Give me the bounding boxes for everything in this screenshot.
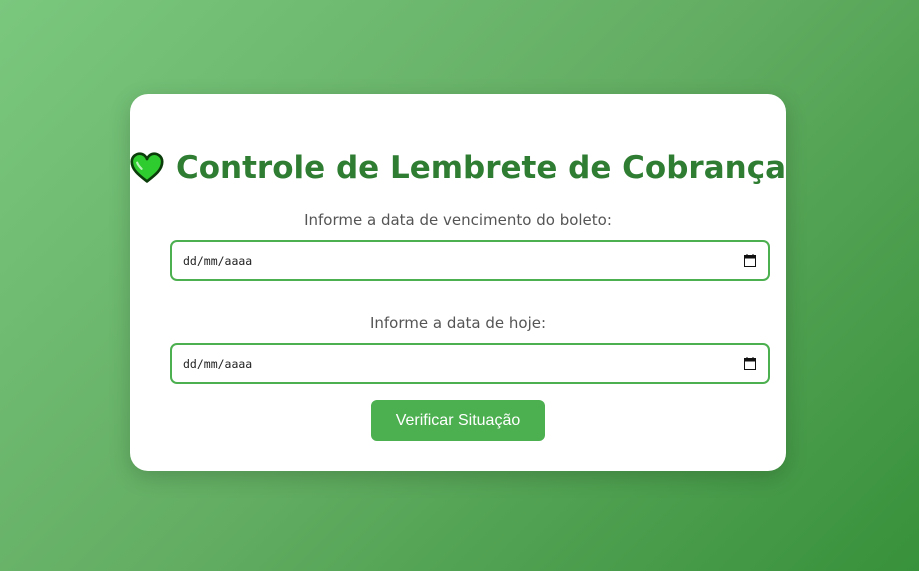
green-heart-icon xyxy=(130,152,164,183)
verify-status-button[interactable]: Verificar Situação xyxy=(371,400,545,441)
reminder-card: Controle de Lembrete de Cobrança Informe… xyxy=(130,94,786,471)
calendar-icon[interactable] xyxy=(744,357,756,370)
page-title: Controle de Lembrete de Cobrança xyxy=(175,150,786,186)
today-date-placeholder: dd/mm/aaaa xyxy=(183,356,253,371)
calendar-icon[interactable] xyxy=(744,254,756,267)
due-date-label: Informe a data de vencimento do boleto: xyxy=(304,211,612,229)
today-date-label: Informe a data de hoje: xyxy=(369,314,547,332)
due-date-placeholder: dd/mm/aaaa xyxy=(183,253,253,268)
title-row: Controle de Lembrete de Cobrança xyxy=(130,150,786,186)
today-date-input[interactable]: dd/mm/aaaa xyxy=(170,343,770,384)
due-date-input[interactable]: dd/mm/aaaa xyxy=(170,240,770,281)
